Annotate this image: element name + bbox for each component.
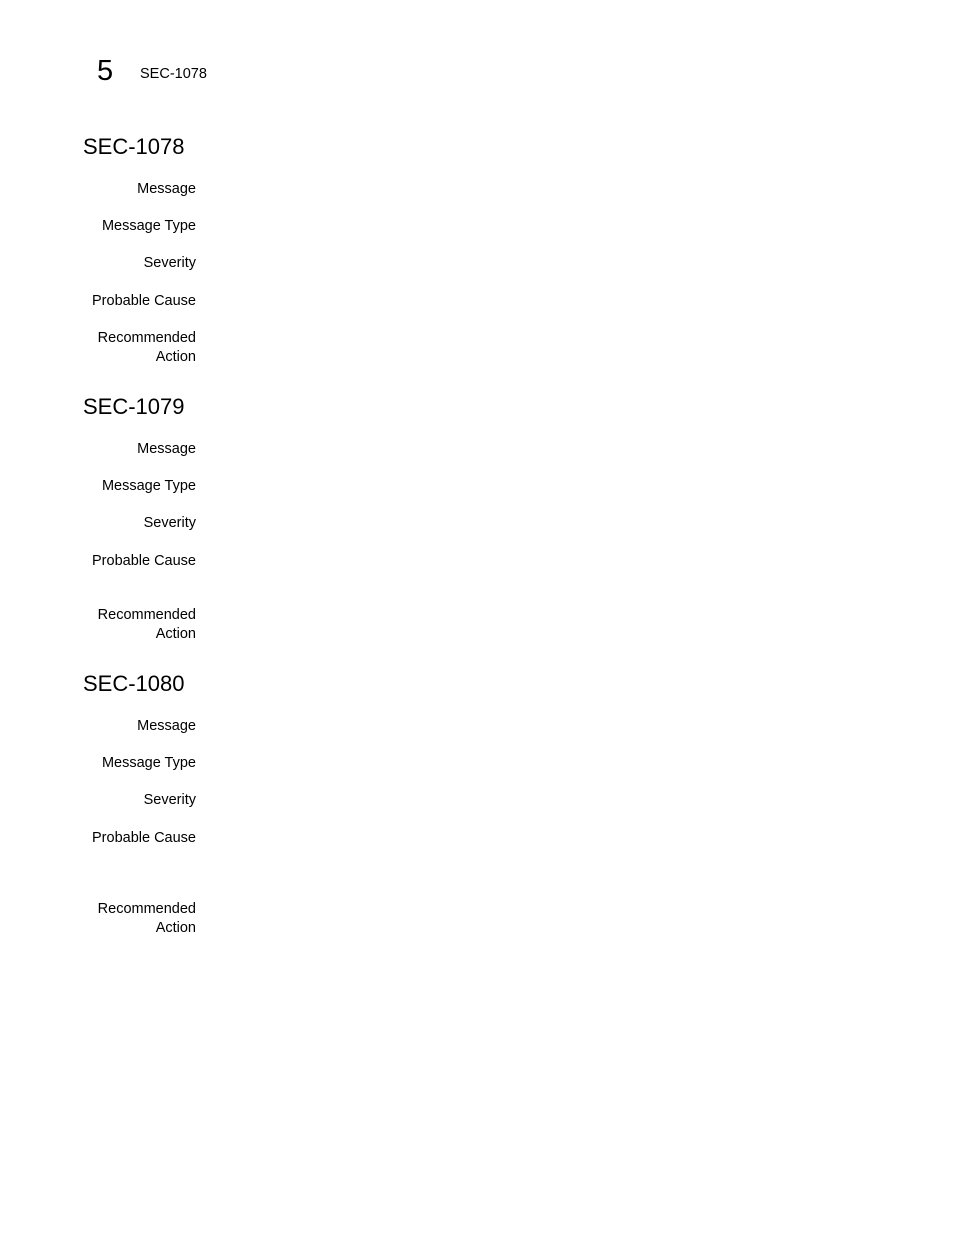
field-label-message-type: Message Type (101, 478, 196, 494)
field-label-severity: Severity (143, 792, 196, 808)
field-label-recommended-action: Recommended Action (97, 330, 196, 365)
field-label-recommended-action: Recommended Action (97, 607, 196, 642)
section-title: SEC-1080 (83, 671, 185, 696)
field-label-message-type: Message Type (101, 755, 196, 771)
field-label-probable-cause: Probable Cause (92, 293, 196, 309)
field-label-severity: Severity (143, 515, 196, 531)
field-label-probable-cause: Probable Cause (92, 830, 196, 846)
field-label-probable-cause: Probable Cause (92, 553, 196, 569)
field-label-message: Message (137, 718, 196, 734)
field-label-recommended-action: Recommended Action (97, 901, 196, 936)
running-title: SEC-1078 (140, 66, 207, 82)
field-label-message: Message (137, 181, 196, 197)
chapter-number: 5 (97, 55, 114, 87)
field-label-message-type: Message Type (101, 218, 196, 234)
field-label-severity: Severity (143, 255, 196, 271)
field-label-message: Message (137, 441, 196, 457)
section-title: SEC-1078 (83, 134, 185, 159)
section-title: SEC-1079 (83, 394, 185, 419)
